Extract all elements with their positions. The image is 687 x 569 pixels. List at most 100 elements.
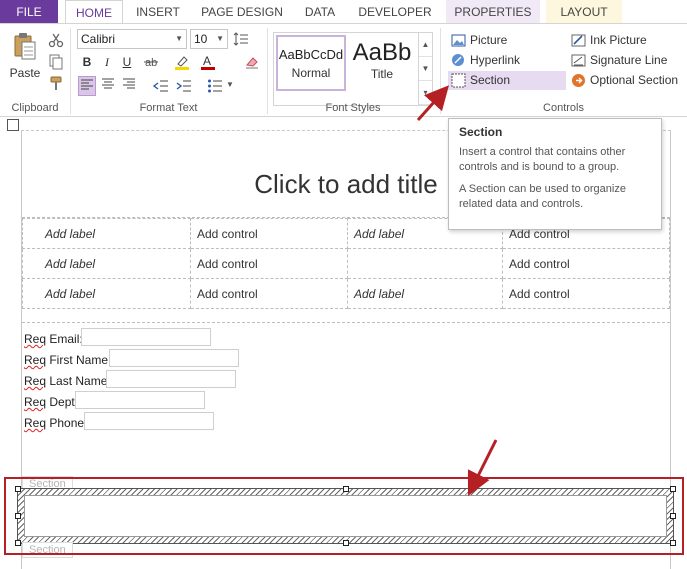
align-right-icon — [123, 78, 135, 89]
add-control-cell[interactable]: Add control — [190, 278, 348, 309]
decrease-indent-icon[interactable] — [153, 78, 169, 94]
optional-section-icon — [572, 74, 585, 87]
field-label-first-name: Req First Name: — [24, 353, 112, 367]
hyperlink-icon — [452, 54, 464, 66]
paste-icon — [14, 33, 36, 60]
line-spacing-icon[interactable] — [233, 31, 249, 47]
highlight-color-icon[interactable] — [174, 54, 190, 70]
style-normal-label: Normal — [291, 66, 331, 80]
text-effects-icon[interactable]: ab — [143, 54, 159, 70]
add-label-cell[interactable]: Add label — [22, 218, 191, 249]
tab-file[interactable]: FILE — [0, 0, 58, 24]
add-control-cell[interactable]: Add control — [190, 218, 348, 249]
control-signature-line[interactable]: Signature Line — [568, 51, 684, 70]
control-picture[interactable]: Picture — [448, 31, 566, 50]
paste-label: Paste — [9, 66, 41, 80]
style-title-preview: AaBb — [352, 39, 412, 66]
section-highlight-frame — [4, 477, 684, 555]
field-label-last-name: Req Last Name: — [24, 374, 111, 388]
tooltip-line-1: Insert a control that contains other con… — [459, 146, 626, 173]
bold-button[interactable]: B — [78, 52, 96, 72]
dept-field[interactable] — [75, 391, 205, 409]
control-hyperlink-label: Hyperlink — [470, 53, 521, 67]
ribbon-tab-bar: FILE HOME INSERT PAGE DESIGN DATA DEVELO… — [0, 0, 687, 25]
control-hyperlink[interactable]: Hyperlink — [448, 51, 566, 70]
controls-group-label: Controls — [543, 102, 584, 114]
signature-line-icon — [571, 54, 586, 67]
font-color-icon[interactable]: A — [200, 54, 216, 70]
tab-page-design[interactable]: PAGE DESIGN — [195, 0, 289, 24]
style-title-label: Title — [370, 67, 394, 81]
italic-button[interactable]: I — [98, 52, 116, 72]
underline-button[interactable]: U — [118, 52, 136, 72]
styles-scroll[interactable]: ▲ ▼ ▾ — [418, 33, 432, 105]
font-size-select[interactable]: 10 ▼ — [190, 29, 228, 49]
control-section-label: Section — [470, 73, 511, 87]
add-control-cell[interactable]: Add control — [502, 278, 670, 309]
svg-text:A: A — [203, 54, 211, 68]
add-label-cell[interactable]: Add label — [22, 278, 191, 309]
align-right-button[interactable] — [120, 76, 138, 96]
style-title[interactable]: AaBb Title — [348, 35, 416, 91]
control-section[interactable]: Section — [448, 71, 566, 90]
last-name-field[interactable] — [106, 370, 236, 388]
cut-icon[interactable] — [48, 32, 64, 48]
chevron-down-icon: ▼ — [216, 34, 224, 43]
tab-insert[interactable]: INSERT — [128, 0, 188, 24]
control-picture-label: Picture — [470, 33, 508, 47]
svg-text:ab: ab — [145, 57, 157, 69]
ribbon: Paste Clipboard Calibri ▼ 10 ▼ B I U ab … — [0, 23, 687, 117]
email-field[interactable] — [81, 328, 211, 346]
align-left-icon — [81, 79, 93, 90]
layout-table: Add label Add control Add label Add cont… — [22, 218, 670, 309]
tab-home[interactable]: HOME — [65, 0, 123, 25]
field-label-phone: Req Phone: — [24, 416, 88, 430]
font-size-value: 10 — [194, 32, 208, 46]
add-label-cell[interactable]: Add label — [22, 248, 191, 279]
control-ink-picture-label: Ink Picture — [590, 33, 647, 47]
add-control-cell[interactable]: Add control — [190, 248, 348, 279]
font-name-select[interactable]: Calibri ▼ — [77, 29, 187, 49]
paste-button[interactable]: Paste — [6, 30, 44, 90]
clear-formatting-icon[interactable] — [244, 54, 260, 70]
tab-properties[interactable]: PROPERTIES — [446, 0, 540, 24]
font-styles-group-label: Font Styles — [325, 102, 381, 114]
picture-icon — [451, 34, 466, 47]
tab-developer[interactable]: DEVELOPER — [352, 0, 438, 24]
add-control-cell[interactable]: Add control — [502, 248, 670, 279]
tooltip-title: Section — [459, 125, 503, 139]
first-name-field[interactable] — [109, 349, 239, 367]
request-fields-area: Req Email: Req First Name: Req Last Name… — [22, 322, 670, 472]
format-painter-icon[interactable] — [48, 76, 64, 92]
table-select-handle[interactable] — [7, 119, 19, 131]
section-tooltip: Section Insert a control that contains o… — [448, 118, 662, 230]
style-normal[interactable]: AaBbCcDd Normal — [276, 35, 346, 91]
align-left-button[interactable] — [78, 76, 96, 96]
chevron-down-icon[interactable]: ▼ — [226, 80, 234, 89]
add-label-cell[interactable]: Add label — [347, 278, 503, 309]
empty-cell[interactable] — [347, 248, 503, 279]
clipboard-group-label: Clipboard — [11, 102, 59, 114]
chevron-up-icon[interactable]: ▲ — [419, 33, 432, 57]
tab-data[interactable]: DATA — [296, 0, 344, 24]
section-icon — [451, 73, 466, 88]
copy-icon[interactable] — [48, 54, 64, 70]
align-center-icon — [102, 78, 114, 89]
field-label-email: Req Email: — [24, 332, 83, 346]
table-row: Add label Add control Add label Add cont… — [22, 278, 670, 309]
chevron-down-icon[interactable]: ▼ — [419, 57, 432, 81]
control-optional-section-label: Optional Section — [590, 73, 679, 87]
chevron-down-icon: ▼ — [175, 34, 183, 43]
field-label-dept: Req Dept: — [24, 395, 79, 409]
align-center-button[interactable] — [99, 76, 117, 96]
phone-field[interactable] — [84, 412, 214, 430]
tab-layout[interactable]: LAYOUT — [546, 0, 622, 24]
tooltip-line-2: A Section can be used to organize relate… — [459, 183, 626, 210]
control-ink-picture[interactable]: Ink Picture — [568, 31, 684, 50]
bullets-icon[interactable] — [207, 78, 223, 94]
font-name-value: Calibri — [81, 32, 116, 46]
control-signature-line-label: Signature Line — [590, 53, 668, 67]
control-optional-section[interactable]: Optional Section — [568, 71, 684, 90]
increase-indent-icon[interactable] — [176, 78, 192, 94]
ink-picture-icon — [571, 34, 586, 47]
